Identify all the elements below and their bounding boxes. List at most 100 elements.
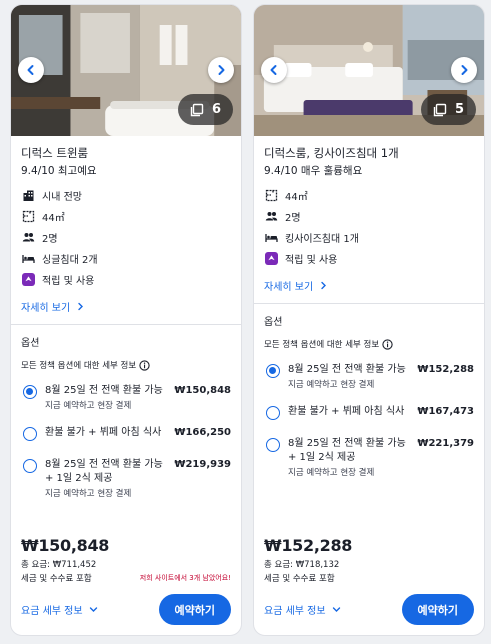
- reserve-button[interactable]: 예약하기: [401, 594, 474, 625]
- rate-option[interactable]: 8월 25일 전 전액 환불 가능 + 1일 2식 제공 ₩221,379 지금…: [264, 437, 474, 479]
- amenity-text: 시내 전망: [42, 192, 82, 203]
- option-price: ₩219,939: [174, 459, 231, 470]
- policy-info[interactable]: 모든 정책 옵션에 대한 세부 정보: [264, 338, 474, 350]
- more-details-link[interactable]: 자세히 보기: [21, 298, 231, 314]
- price-details-link[interactable]: 요금 세부 정보: [264, 602, 341, 617]
- bed-icon: [264, 234, 278, 242]
- chevron-right-icon: [218, 65, 225, 75]
- people-icon: [22, 233, 34, 242]
- chevron-right-small-icon: [321, 281, 327, 289]
- gallery-icon: [190, 103, 204, 116]
- amenity-text: 44㎡: [42, 213, 65, 224]
- bed-icon: [21, 255, 35, 263]
- nightly-price: ₩152,288: [264, 536, 353, 555]
- price-details-link[interactable]: 요금 세부 정보: [21, 602, 98, 617]
- option-label: 8월 25일 전 전액 환불 가능: [45, 385, 163, 396]
- room-rating: 9.4/10 최고예요: [21, 165, 97, 177]
- photo-count-button[interactable]: 5: [420, 94, 476, 125]
- amenity-text: 적립 및 사용: [42, 276, 95, 287]
- tax-note: 세금 및 수수료 포함: [264, 574, 335, 584]
- chevron-down-icon: [89, 607, 97, 612]
- more-details-label: 자세히 보기: [264, 281, 314, 293]
- room-photo[interactable]: 6: [11, 5, 241, 136]
- amenity-bed: 싱글침대 2개: [21, 248, 231, 269]
- amenity-text: 44㎡: [285, 192, 308, 203]
- rate-option[interactable]: 환불 불가 + 뷔페 아침 식사 ₩166,250: [21, 426, 231, 446]
- room-card: 6 디럭스 트윈룸 9.4/10 최고예요 시내 전망 44㎡ 2명 싱글침대 …: [10, 4, 242, 636]
- radio-selected[interactable]: [23, 385, 37, 399]
- chevron-down-icon: [332, 607, 340, 612]
- next-photo-button[interactable]: [208, 57, 234, 83]
- amenity-size: 44㎡: [264, 185, 474, 206]
- price-footer: ₩150,848 총 요금: ₩711,452 세금 및 수수료 포함 저희 사…: [21, 536, 231, 625]
- policy-info[interactable]: 모든 정책 옵션에 대한 세부 정보: [21, 359, 231, 371]
- option-label: 8월 25일 전 전액 환불 가능 + 1일 2식 제공: [288, 438, 406, 463]
- option-price: ₩167,473: [417, 406, 474, 417]
- total-price: 총 요금: ₩718,132: [264, 560, 340, 570]
- more-details-link[interactable]: 자세히 보기: [264, 277, 474, 293]
- options-title: 옵션: [264, 317, 283, 328]
- rate-option[interactable]: 8월 25일 전 전액 환불 가능 + 1일 2식 제공 ₩219,939 지금…: [21, 458, 231, 500]
- amenity-text: 2명: [42, 234, 58, 245]
- photo-count: 6: [211, 102, 221, 117]
- chevron-left-icon: [27, 65, 34, 75]
- option-subtext: 지금 예약하고 현장 결제: [288, 468, 375, 478]
- option-price: ₩166,250: [174, 427, 231, 438]
- radio-selected[interactable]: [266, 364, 280, 378]
- amenity-text: 2명: [285, 213, 301, 224]
- option-price: ₩152,288: [417, 364, 474, 375]
- radio-unselected[interactable]: [23, 459, 37, 473]
- price-footer: ₩152,288 총 요금: ₩718,132 세금 및 수수료 포함 요금 세…: [264, 536, 474, 625]
- price-details-label: 요금 세부 정보: [264, 606, 326, 617]
- chevron-right-small-icon: [78, 302, 84, 310]
- amenity-text: 싱글침대 2개: [42, 255, 98, 266]
- radio-unselected[interactable]: [23, 427, 37, 441]
- price-details-label: 요금 세부 정보: [21, 606, 83, 617]
- policy-text: 모든 정책 옵션에 대한 세부 정보: [21, 361, 137, 371]
- amenity-size: 44㎡: [21, 206, 231, 227]
- rewards-icon: [21, 273, 35, 286]
- option-price: ₩221,379: [417, 438, 474, 449]
- amenity-list: 44㎡ 2명 킹사이즈침대 1개 적립 및 사용: [264, 185, 474, 269]
- nightly-price: ₩150,848: [21, 536, 110, 555]
- option-label: 환불 불가 + 뷔페 아침 식사: [288, 406, 405, 417]
- info-icon[interactable]: [139, 359, 150, 371]
- option-subtext: 지금 예약하고 현장 결제: [45, 401, 132, 411]
- room-rating: 9.4/10 매우 훌륭해요: [264, 165, 363, 177]
- room-name: 디럭스 트윈룸: [21, 146, 89, 160]
- rate-option[interactable]: 8월 25일 전 전액 환불 가능 ₩150,848 지금 예약하고 현장 결제: [21, 384, 231, 412]
- prev-photo-button[interactable]: [18, 57, 44, 83]
- amenity-text: 킹사이즈침대 1개: [285, 234, 359, 245]
- reserve-button[interactable]: 예약하기: [158, 594, 231, 625]
- policy-text: 모든 정책 옵션에 대한 세부 정보: [264, 340, 380, 350]
- chevron-left-icon: [270, 65, 277, 75]
- scarcity-message: 저희 사이트에서 3개 남았어요!: [139, 574, 231, 582]
- amenity-rewards: 적립 및 사용: [21, 269, 231, 290]
- amenity-bed: 킹사이즈침대 1개: [264, 227, 474, 248]
- room-name: 디럭스룸, 킹사이즈침대 1개: [264, 146, 399, 160]
- amenity-list: 시내 전망 44㎡ 2명 싱글침대 2개 적립 및 사용: [21, 185, 231, 290]
- room-photo[interactable]: 5: [254, 5, 484, 136]
- total-price: 총 요금: ₩711,452: [21, 560, 97, 570]
- radio-unselected[interactable]: [266, 438, 280, 452]
- info-icon[interactable]: [382, 338, 393, 350]
- option-label: 환불 불가 + 뷔페 아침 식사: [45, 427, 162, 438]
- rate-option[interactable]: 8월 25일 전 전액 환불 가능 ₩152,288 지금 예약하고 현장 결제: [264, 363, 474, 391]
- prev-photo-button[interactable]: [261, 57, 287, 83]
- amenity-view: 시내 전망: [21, 185, 231, 206]
- rate-option[interactable]: 환불 불가 + 뷔페 아침 식사 ₩167,473: [264, 405, 474, 425]
- amenity-rewards: 적립 및 사용: [264, 248, 474, 269]
- radio-unselected[interactable]: [266, 406, 280, 420]
- option-price: ₩150,848: [174, 385, 231, 396]
- chevron-right-icon: [461, 65, 468, 75]
- rewards-icon: [264, 252, 278, 265]
- more-details-label: 자세히 보기: [21, 302, 71, 314]
- next-photo-button[interactable]: [451, 57, 477, 83]
- option-subtext: 지금 예약하고 현장 결제: [45, 489, 132, 499]
- floor-plan-icon: [265, 189, 277, 202]
- people-icon: [265, 212, 277, 221]
- photo-count: 5: [454, 102, 464, 117]
- amenity-sleeps: 2명: [21, 227, 231, 248]
- option-subtext: 지금 예약하고 현장 결제: [288, 380, 375, 390]
- photo-count-button[interactable]: 6: [177, 94, 233, 125]
